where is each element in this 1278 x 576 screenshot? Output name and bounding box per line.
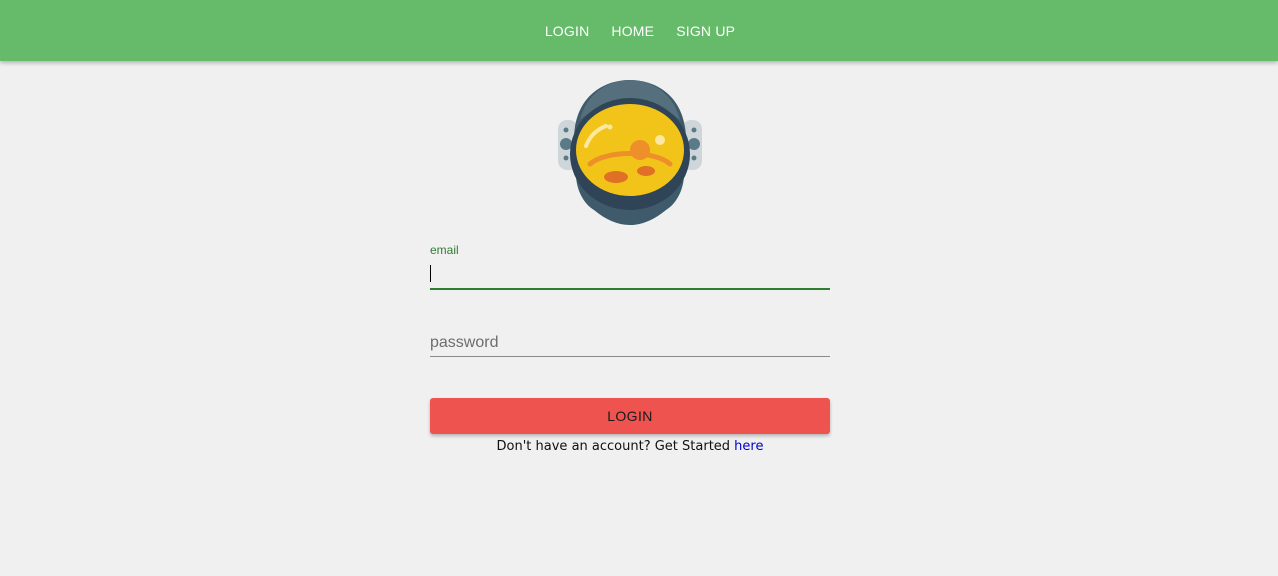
nav-home-link[interactable]: HOME [609, 23, 654, 39]
signup-here-link[interactable]: here [734, 439, 763, 454]
email-field[interactable] [430, 256, 830, 290]
nav-signup-link[interactable]: SIGN UP [674, 23, 735, 39]
nav-login-link[interactable]: LOGIN [543, 23, 590, 39]
signup-prompt: Don't have an account? Get Started here [0, 439, 1260, 454]
text-cursor [430, 265, 431, 282]
top-navbar: LOGIN HOME SIGN UP [0, 0, 1278, 61]
login-button[interactable]: LOGIN [430, 398, 830, 434]
astronaut-helmet-icon [558, 80, 702, 225]
signup-prompt-text: Don't have an account? Get Started [496, 439, 735, 454]
password-field[interactable] [430, 330, 830, 357]
nav-links: LOGIN HOME SIGN UP [0, 0, 1278, 61]
email-label: email [430, 243, 459, 257]
